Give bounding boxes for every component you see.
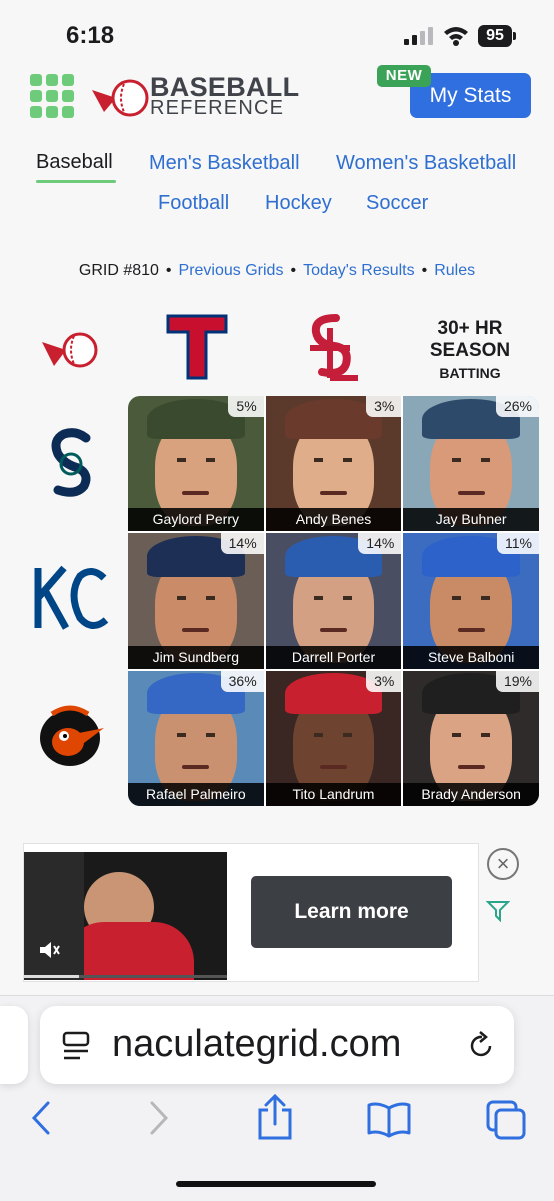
back-arrow-icon[interactable]: [28, 1100, 54, 1136]
nav-active-underline: [36, 180, 116, 183]
player-eyes: [314, 458, 353, 463]
separator-dot: •: [290, 262, 297, 279]
grid-info-bar: GRID #810 • Previous Grids • Today's Results…: [0, 262, 554, 280]
criteria-batting-label: BATTING: [439, 365, 501, 381]
grid-cell[interactable]: 36% Rafael Palmeiro: [128, 670, 264, 806]
cellular-signal-icon: [404, 27, 434, 45]
rarity-percent: 14%: [358, 533, 402, 555]
muted-speaker-icon[interactable]: [38, 940, 60, 960]
separator-dot: •: [421, 262, 428, 279]
criteria-line-2: SEASON: [429, 340, 511, 361]
player-mouth: [457, 490, 485, 495]
reload-icon[interactable]: [468, 1030, 496, 1060]
mariners-logo-icon: [51, 428, 91, 497]
rarity-percent: 14%: [220, 533, 264, 555]
battery-cap: [513, 32, 516, 40]
grid-cell[interactable]: 11% Steve Balboni: [403, 533, 539, 669]
orioles-logo-icon: [40, 705, 104, 766]
criteria-line-1: 30+ HR: [437, 318, 503, 339]
grid-cell[interactable]: 19% Brady Anderson: [403, 670, 539, 806]
rarity-percent: 5%: [228, 396, 264, 417]
player-name: Gaylord Perry: [128, 508, 264, 532]
logo-reference-text[interactable]: REFERENCE: [150, 97, 284, 120]
forward-arrow-icon[interactable]: [146, 1100, 172, 1136]
wifi-icon: [444, 27, 468, 46]
new-badge: NEW: [377, 65, 431, 87]
player-mouth: [457, 765, 485, 770]
rarity-percent: 11%: [497, 533, 539, 555]
player-name: Tito Landrum: [265, 782, 402, 806]
rarity-percent: 3%: [366, 396, 402, 417]
nav-hockey[interactable]: Hockey: [265, 192, 332, 215]
cardinals-logo-icon: [310, 314, 358, 381]
close-icon[interactable]: ×: [487, 848, 519, 880]
grid-cell[interactable]: 14% Jim Sundberg: [128, 533, 264, 669]
nav-womens-basketball[interactable]: Women's Basketball: [336, 152, 516, 175]
player-mouth: [182, 765, 210, 770]
adchoices-icon[interactable]: [486, 898, 510, 922]
nav-football[interactable]: Football: [158, 192, 229, 215]
learn-more-button[interactable]: Learn more: [251, 876, 452, 948]
player-mouth: [319, 765, 348, 770]
royals-logo-icon: [34, 565, 109, 630]
player-mouth: [182, 628, 210, 633]
tabs-icon[interactable]: [484, 1098, 528, 1142]
rarity-percent: 36%: [220, 670, 264, 692]
todays-results-link[interactable]: Today's Results: [303, 262, 415, 279]
grid-number: GRID #810: [78, 262, 159, 279]
immaculate-grid-board: 5% Gaylord Perry 3% Andy Benes 26% Jay Buhn…: [128, 396, 539, 806]
nav-baseball[interactable]: Baseball: [36, 151, 113, 174]
share-icon[interactable]: [256, 1094, 294, 1140]
player-mouth: [182, 490, 210, 495]
player-eyes: [176, 732, 215, 737]
rules-link[interactable]: Rules: [434, 262, 475, 279]
grid-cell[interactable]: 3% Andy Benes: [265, 396, 402, 532]
player-eyes: [314, 732, 353, 737]
reader-mode-icon[interactable]: [62, 1031, 90, 1061]
player-eyes: [452, 732, 491, 737]
apps-grid-menu-icon[interactable]: [30, 74, 74, 118]
grid-cell[interactable]: 14% Darrell Porter: [265, 533, 402, 669]
player-name: Rafael Palmeiro: [128, 782, 264, 806]
baseball-reference-logo-icon[interactable]: [90, 78, 150, 118]
player-eyes: [452, 595, 491, 600]
rarity-percent: 19%: [495, 670, 539, 692]
player-name: Brady Anderson: [403, 782, 539, 806]
player-eyes: [452, 458, 491, 463]
ad-video-thumbnail[interactable]: [24, 852, 227, 980]
grid-cell[interactable]: 3% Tito Landrum: [265, 670, 402, 806]
separator-dot: •: [165, 262, 172, 279]
baseball-reference-corner-icon: [42, 332, 98, 368]
nav-mens-basketball[interactable]: Men's Basketball: [149, 152, 300, 175]
home-indicator: [176, 1181, 376, 1187]
grid-cell[interactable]: 26% Jay Buhner: [403, 396, 539, 532]
nav-soccer[interactable]: Soccer: [366, 192, 428, 215]
player-eyes: [176, 458, 215, 463]
criteria-30hr-season: 30+ HR SEASON: [418, 318, 522, 362]
bookmarks-icon[interactable]: [366, 1100, 412, 1138]
player-eyes: [314, 595, 353, 600]
grid-cell[interactable]: 5% Gaylord Perry: [128, 396, 264, 532]
previous-tab-peek[interactable]: [0, 1006, 28, 1084]
battery-indicator: 95: [478, 25, 512, 47]
player-name: Darrell Porter: [265, 645, 402, 669]
rarity-percent: 26%: [495, 396, 539, 417]
url-text[interactable]: naculategrid.com: [112, 1023, 401, 1066]
player-name: Jay Buhner: [403, 508, 539, 532]
player-eyes: [176, 595, 215, 600]
player-name: Steve Balboni: [403, 645, 539, 669]
player-mouth: [319, 628, 348, 633]
player-name: Andy Benes: [265, 508, 402, 532]
player-name: Jim Sundberg: [128, 645, 264, 669]
previous-grids-link[interactable]: Previous Grids: [179, 262, 284, 279]
rarity-percent: 3%: [366, 670, 402, 692]
rangers-logo-icon: [166, 314, 228, 380]
player-mouth: [457, 628, 485, 633]
player-mouth: [319, 490, 348, 495]
status-time: 6:18: [66, 22, 115, 49]
